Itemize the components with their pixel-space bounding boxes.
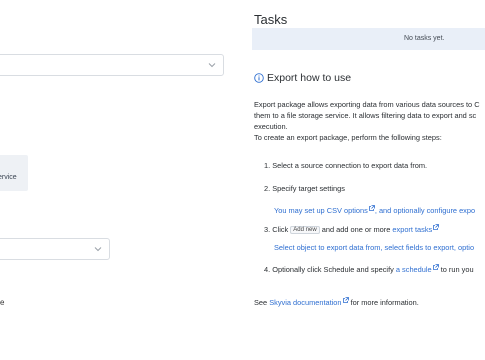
source-select[interactable] <box>0 54 224 76</box>
step-2-detail: You may set up CSV options , and optional… <box>274 205 475 215</box>
schedule-link[interactable]: a schedule <box>396 265 432 274</box>
step-2-suffix: , and optionally configure expo <box>374 206 476 215</box>
external-link-icon <box>432 264 439 270</box>
tasks-list: No tasks yet. <box>252 28 485 50</box>
add-new-button[interactable]: Add new <box>290 226 320 234</box>
export-help-title: Export how to use <box>254 72 351 84</box>
export-tasks-link[interactable]: export tasks <box>392 225 432 234</box>
left-pane: ervice e <box>0 0 232 360</box>
option-label: e <box>0 298 5 307</box>
skyvia-documentation-link[interactable]: Skyvia documentation <box>269 298 341 307</box>
step-3-prefix: 3. Click <box>264 225 289 234</box>
intro-line: execution. <box>254 122 288 131</box>
see-suffix: for more information. <box>350 298 419 307</box>
step-1: 1. Select a source connection to export … <box>264 161 428 170</box>
intro-line: To create an export package, perform the… <box>254 133 442 142</box>
info-icon <box>254 73 264 83</box>
step-4: 4. Optionally click Schedule and specify… <box>264 264 474 274</box>
target-select[interactable] <box>0 238 110 260</box>
connection-label: ervice <box>0 174 17 181</box>
intro-line: Export package allows exporting data fro… <box>254 100 480 109</box>
step-4-prefix: 4. Optionally click Schedule and specify <box>264 265 394 274</box>
see-prefix: See <box>254 298 268 307</box>
step-3-middle: and add one or more <box>321 225 391 234</box>
tasks-title: Tasks <box>254 12 288 27</box>
step-2: 2. Specify target settings <box>264 184 345 193</box>
documentation-note: See Skyvia documentation for more inform… <box>254 297 419 307</box>
connection-panel[interactable]: ervice <box>0 155 28 191</box>
tasks-empty-text: No tasks yet. <box>404 35 445 42</box>
export-help-title-text: Export how to use <box>267 72 352 84</box>
external-link-icon <box>342 297 349 303</box>
step-2-prefix: You may set up <box>274 206 325 215</box>
external-link-icon <box>433 224 440 230</box>
step-3: 3. Click Add new and add one or more exp… <box>264 224 440 234</box>
step-3-detail: Select object to export data from, selec… <box>274 243 475 252</box>
chevron-down-icon <box>208 63 216 68</box>
chevron-down-icon <box>94 247 102 252</box>
intro-line: them to a file storage service. It allow… <box>254 111 477 120</box>
csv-options-link[interactable]: CSV options <box>327 206 368 215</box>
step-4-suffix: to run you <box>440 265 474 274</box>
right-pane: Tasks No tasks yet. Export how to use Ex… <box>232 0 485 360</box>
